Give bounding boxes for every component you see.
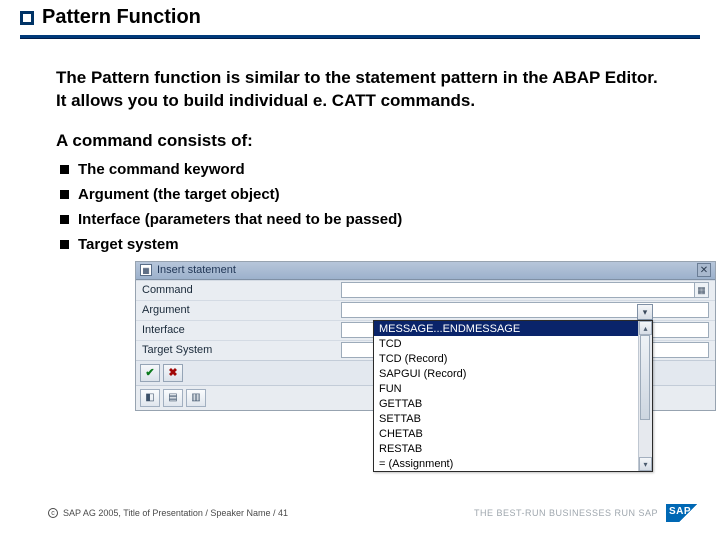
dropdown-option[interactable]: TCD bbox=[374, 336, 652, 351]
scroll-thumb[interactable] bbox=[640, 335, 650, 420]
label-command: Command bbox=[136, 284, 341, 296]
copyright-icon: c bbox=[48, 508, 58, 518]
close-icon[interactable]: ✕ bbox=[697, 263, 711, 277]
dropdown-option[interactable]: GETTAB bbox=[374, 396, 652, 411]
command-input[interactable]: ▦ bbox=[341, 282, 709, 298]
footer-tagline: THE BEST-RUN BUSINESSES RUN SAP bbox=[474, 508, 658, 518]
dropdown-option[interactable]: RESTAB bbox=[374, 441, 652, 456]
tool-button-1[interactable]: ◧ bbox=[140, 389, 160, 407]
dialog-titlebar: ▦ Insert statement ✕ bbox=[136, 262, 715, 280]
dropdown-list: MESSAGE...ENDMESSAGE TCD TCD (Record) SA… bbox=[374, 321, 652, 471]
dropdown-option[interactable]: SAPGUI (Record) bbox=[374, 366, 652, 381]
dropdown-option[interactable]: FUN bbox=[374, 381, 652, 396]
footer-text: SAP AG 2005, Title of Presentation / Spe… bbox=[63, 508, 288, 518]
form-row-argument: Argument bbox=[136, 300, 715, 320]
subheading: A command consists of: bbox=[56, 131, 664, 151]
tool-button-2[interactable]: ▤ bbox=[163, 389, 183, 407]
scroll-up-icon[interactable]: ▴ bbox=[639, 321, 652, 335]
form-row-command: Command ▦ bbox=[136, 280, 715, 300]
dropdown-option[interactable]: CHETAB bbox=[374, 426, 652, 441]
title-bullet-icon bbox=[20, 11, 34, 25]
sap-logo: SAP bbox=[666, 504, 700, 522]
scroll-down-icon[interactable]: ▾ bbox=[639, 457, 652, 471]
accept-button[interactable]: ✔ bbox=[140, 364, 160, 382]
cross-icon: ✖ bbox=[168, 366, 177, 379]
intro-paragraph: The Pattern function is similar to the s… bbox=[56, 67, 664, 113]
title-row: Pattern Function bbox=[0, 0, 720, 29]
dialog-app-icon: ▦ bbox=[140, 264, 152, 276]
label-argument: Argument bbox=[136, 304, 341, 316]
scroll-track[interactable] bbox=[639, 335, 652, 457]
dropdown-option[interactable]: MESSAGE...ENDMESSAGE bbox=[374, 321, 652, 336]
bullet-item: Target system bbox=[78, 236, 664, 253]
bullet-item: The command keyword bbox=[78, 161, 664, 178]
check-icon: ✔ bbox=[145, 366, 154, 379]
dropdown-option[interactable]: = (Assignment) bbox=[374, 456, 652, 471]
bullet-item: Argument (the target object) bbox=[78, 186, 664, 203]
bullet-list: The command keyword Argument (the target… bbox=[56, 161, 664, 253]
command-dropdown[interactable]: ▾ MESSAGE...ENDMESSAGE TCD TCD (Record) … bbox=[373, 320, 653, 472]
dropdown-option[interactable]: SETTAB bbox=[374, 411, 652, 426]
footer: c SAP AG 2005, Title of Presentation / S… bbox=[48, 504, 700, 522]
dialog-title: Insert statement bbox=[157, 264, 697, 276]
footer-right: THE BEST-RUN BUSINESSES RUN SAP SAP bbox=[474, 504, 700, 522]
bullet-item: Interface (parameters that need to be pa… bbox=[78, 211, 664, 228]
label-interface: Interface bbox=[136, 324, 341, 336]
argument-input[interactable] bbox=[341, 302, 709, 318]
label-target: Target System bbox=[136, 344, 341, 356]
matchcode-icon[interactable]: ▦ bbox=[694, 282, 709, 298]
dropdown-scrollbar[interactable]: ▴ ▾ bbox=[638, 321, 652, 471]
dropdown-trigger-icon[interactable]: ▾ bbox=[637, 304, 653, 320]
slide-title: Pattern Function bbox=[42, 6, 201, 29]
tool-button-3[interactable]: ▥ bbox=[186, 389, 206, 407]
cancel-button[interactable]: ✖ bbox=[163, 364, 183, 382]
dropdown-option[interactable]: TCD (Record) bbox=[374, 351, 652, 366]
